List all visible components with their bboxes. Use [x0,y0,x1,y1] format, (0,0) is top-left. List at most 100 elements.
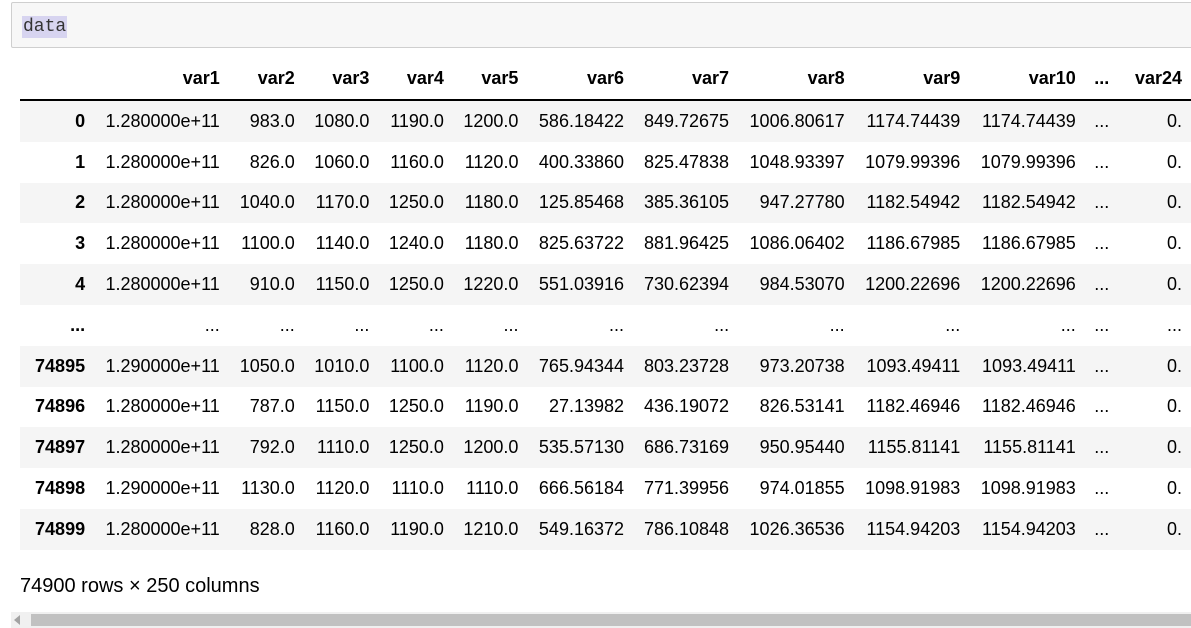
table-cell: 0. [1166,192,1182,213]
table-cell: 825.47838 [643,151,730,172]
table-cell: 0. [1166,355,1182,376]
table-row: 74896 1.280000e+11 787.0 1150.0 1250.0 1190.0… [20,387,1191,428]
table-cell: ... [714,314,730,335]
table-cell: 1182.46946 [866,396,961,417]
table-cell: 1.290000e+11 [105,478,220,499]
column-header: var7 [633,58,739,101]
table-cell: ... [1094,192,1110,213]
table-cell: ... [354,314,370,335]
table-cell: 1190.0 [390,110,444,131]
table-cell: 125.85468 [538,192,625,213]
table-cell: ... [1094,233,1110,254]
table-cell: 1210.0 [463,518,519,539]
row-index: 74897 [35,437,86,458]
table-cell: 1093.49411 [982,355,1076,376]
table-cell: 792.0 [249,437,295,458]
table-cell: 1160.0 [390,151,444,172]
row-index: 3 [75,233,86,254]
table-cell: 828.0 [249,518,295,539]
table-cell: 1154.94203 [982,518,1076,539]
table-cell: ... [945,314,961,335]
table-cell: 1.280000e+11 [105,437,220,458]
code-input-cell[interactable]: data [11,2,1191,48]
row-index: 2 [75,192,86,213]
table-cell: ... [1094,437,1110,458]
dataframe-table: var1 var2 var3 var4 var5 var6 var7 var8 var9 var1… [20,58,1191,550]
table-cell: 826.53141 [759,396,845,417]
table-cell: ... [1094,314,1110,335]
table-cell: 950.95440 [759,437,845,458]
table-cell: 1060.0 [314,151,370,172]
table-cell: 910.0 [249,274,295,295]
table-cell: 1186.67985 [982,233,1076,254]
table-cell: 1100.0 [241,233,295,254]
table-row: 74897 1.280000e+11 792.0 1110.0 1250.0 1200.0… [20,427,1191,469]
table-cell: 826.0 [249,151,295,172]
table-cell: 1140.0 [315,233,370,254]
table-cell: 803.23728 [643,355,730,376]
table-cell: 0. [1166,396,1182,417]
column-header: var6 [527,58,634,101]
column-header: var9 [853,58,970,101]
table-cell: 1250.0 [388,274,444,295]
table-cell: 1190.0 [464,396,519,417]
table-cell: 1086.06402 [749,233,845,254]
table-cell: 1048.93397 [749,151,845,172]
table-cell: 0. [1166,233,1182,254]
table-row: 1 1.280000e+11 826.0 1060.0 1160.0 1120.0 400.… [20,142,1191,183]
table-cell: 1006.80617 [749,110,845,131]
table-cell: 1100.0 [390,355,444,376]
table-cell: ... [609,314,625,335]
table-cell: ... [1094,396,1110,417]
table-cell: 1.280000e+11 [105,274,220,295]
column-header: var8 [738,58,854,101]
table-cell: ... [1166,314,1182,335]
column-header: var1 [94,58,229,101]
table-cell: 0. [1166,110,1182,131]
table-cell: 1220.0 [463,274,519,295]
table-cell: ... [1094,518,1110,539]
table-cell: 1240.0 [388,233,444,254]
table-row: 0 1.280000e+11 983.0 1080.0 1190.0 1200.0 586.… [20,100,1191,142]
table-cell: 1079.99396 [980,151,1076,172]
row-index: 1 [75,151,86,172]
table-row: 74898 1.290000e+11 1130.0 1120.0 1110.0 1110.… [20,468,1191,509]
table-cell: ... [1060,314,1076,335]
column-header: ... [1084,58,1119,101]
scroll-left-arrow-icon[interactable] [14,615,20,625]
table-cell: 400.33860 [538,151,625,172]
table-cell: 787.0 [249,396,295,417]
table-cell: 1080.0 [314,110,370,131]
table-cell: 0. [1166,518,1182,539]
table-cell: 549.16372 [538,518,625,539]
index-header [20,58,95,101]
column-header: var4 [378,58,453,101]
column-header: var3 [303,58,379,101]
table-cell: 1.280000e+11 [105,518,220,539]
horizontal-scrollbar[interactable] [11,612,1191,628]
table-row: 3 1.280000e+11 1100.0 1140.0 1240.0 1180.0 825… [20,223,1191,264]
table-cell: 1.280000e+11 [105,192,220,213]
table-cell: 1155.81141 [867,437,961,458]
table-cell: 1200.0 [463,437,519,458]
table-cell: 1160.0 [315,518,370,539]
row-index: 74896 [35,396,86,417]
table-cell: ... [503,314,519,335]
code-input-text[interactable]: data [22,16,68,38]
table-cell: 974.01855 [759,478,845,499]
table-cell: 535.57130 [538,437,625,458]
table-cell: 1154.94203 [866,518,961,539]
row-index: 74898 [35,478,86,499]
table-cell: 1093.49411 [866,355,961,376]
table-cell: 1150.0 [315,274,370,295]
table-cell: 1050.0 [239,355,295,376]
table-cell: 1180.0 [464,192,519,213]
column-header: var10 [969,58,1085,101]
table-cell: 385.36105 [643,192,730,213]
table-cell: 551.03916 [538,274,625,295]
table-cell: 1040.0 [239,192,295,213]
table-cell: 0. [1166,274,1182,295]
scrollbar-thumb[interactable] [31,614,1191,626]
table-cell: ... [279,314,295,335]
column-header: var24 [1118,58,1191,101]
